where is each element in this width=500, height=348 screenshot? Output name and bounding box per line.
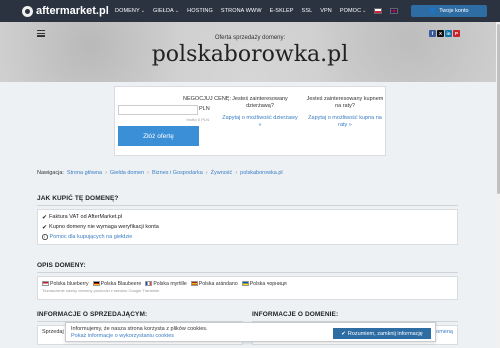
chevron-down-icon: ⌄ [174,8,180,14]
chevron-down-icon: ⌄ [362,8,367,14]
translation-es: Polska arándano [190,281,238,287]
domain-banner: f X in P Oferta sprzedaży domeny: polska… [0,22,500,82]
breadcrumb-home[interactable]: Strona główna [67,170,102,176]
description-title: OPIS DOMENY: [37,262,86,269]
cookie-info-link[interactable]: Pokaż informacje o wykorzystaniu cookies [71,333,208,340]
offer-box: NEGOCJUJ CENĘ: PLN brutto 0 PLN Złóż ofe… [114,86,386,156]
top-navbar: aftermarket.pl DOMENY ⌄ GIEŁDA ⌄ HOSTING S… [0,0,500,22]
translation-uk: Polska чорниця [241,281,287,287]
cookie-notice: Informujemy, że nasza strona korzysta z … [65,322,436,342]
cookie-text: Informujemy, że nasza strona korzysta z … [71,326,208,340]
nav-ssl[interactable]: SSL [302,8,313,14]
breadcrumb-label: Nawigacja: [37,170,64,176]
translation-fr: Polska myrtille [145,281,187,287]
nav-e-sklep[interactable]: E-SKLEP [270,8,294,14]
flag-pl-icon[interactable] [374,8,383,14]
chevron-right-icon: › [105,170,107,176]
breadcrumb-domain[interactable]: polskaborowka.pl [240,170,283,176]
chevron-right-icon: › [147,170,150,176]
page-scrollbar[interactable] [496,22,500,348]
installment-link[interactable]: Zapytaj o możliwość kupna na raty » [305,115,385,129]
breadcrumb-food[interactable]: Żywność [211,170,233,176]
flag-us-icon [42,281,49,286]
currency-label: PLN [199,106,210,112]
domain-info-link[interactable]: domeną [433,329,453,335]
scrollbar-thumb[interactable] [496,24,500,194]
flag-fr-icon [145,281,153,286]
nav-strona-www[interactable]: STRONA WWW [221,8,262,14]
account-button[interactable]: 👤 Twoje konto [411,5,487,17]
nav-pomoc[interactable]: POMOC ⌄ [340,8,367,14]
offer-label: Oferta sprzedaży domeny: [214,35,286,41]
breadcrumb-exchange[interactable]: Giełda domen [110,170,144,176]
flag-en-icon[interactable] [390,8,399,14]
nav-vpn[interactable]: VPN [320,8,332,14]
breadcrumb-business[interactable]: Biznes i Gospodarka [152,170,203,176]
check-icon: ✔ [42,224,48,231]
flag-de-icon [92,281,100,286]
translation-de: Polska Blaubeere [92,281,141,287]
flag-es-icon [190,281,198,286]
lease-link[interactable]: Zapytaj o możliwość dzierżawy » [220,115,300,129]
domain-info-title: INFORMACJE O DOMENIE: [252,311,339,318]
logo[interactable]: aftermarket.pl [22,4,109,18]
list-item: ✔ Faktura VAT od AfterMarket.pl [42,214,123,221]
lease-question: Jesteś zainteresowany dzierżawą? [232,96,288,109]
installment-block: Jesteś zainteresowany kupnem na raty? Za… [305,96,385,129]
submit-offer-button[interactable]: Złóż ofertę [118,126,199,146]
logo-text: aftermarket.pl [36,5,109,17]
how-to-buy-card: ✔ Faktura VAT od AfterMarket.pl ✔ Kupno do… [37,209,458,245]
price-label: NEGOCJUJ CENĘ: [183,96,231,102]
check-icon: ✔ [341,330,346,337]
help-link[interactable]: i Pomoc dla kupujących na giełdzie [38,232,457,242]
lease-block: Jesteś zainteresowany dzierżawą? Zapytaj… [220,96,300,129]
how-to-buy-section: JAK KUPIĆ TĘ DOMENĘ? ✔ Faktura VAT od Aft… [37,195,458,245]
price-hint: brutto 0 PLN [186,117,209,122]
user-icon: 👤 [429,8,437,14]
page-title: polskaborowka.pl [151,42,349,67]
seller-text: Sprzedaj [42,329,64,335]
check-icon: ✔ [42,214,48,221]
nav-domeny[interactable]: DOMENY ⌄ [115,8,145,14]
translation-en: Polska blueberry [42,281,89,287]
price-input[interactable] [118,105,198,115]
flag-ua-icon [241,281,249,286]
description-section: OPIS DOMENY: Polska blueberry Polska Bla… [37,262,458,300]
chevron-right-icon: › [235,170,238,176]
main-nav: DOMENY ⌄ GIEŁDA ⌄ HOSTING STRONA WWW E-SKL… [115,0,399,22]
accept-cookies-button[interactable]: ✔ Rozumiem, zamknij informację [333,328,431,339]
installment-question: Jesteś zainteresowany kupnem na raty? [306,96,384,109]
translation-note: Tłumaczenie nazwy domeny pochodzi z serw… [42,288,161,293]
nav-hosting[interactable]: HOSTING [187,8,213,14]
chevron-right-icon: › [205,170,208,176]
info-icon: i [42,234,48,240]
nav-gielda[interactable]: GIEŁDA ⌄ [153,8,179,14]
seller-title: INFORMACJE O SPRZEDAJĄCYM: [37,311,148,318]
logo-mark-icon [22,5,33,17]
how-to-buy-title: JAK KUPIĆ TĘ DOMENĘ? [37,195,119,202]
breadcrumb: Nawigacja: Strona główna › Giełda domen … [37,170,283,176]
list-item: ✔ Kupno domeny nie wymaga weryfikacji kon… [42,224,159,231]
description-card: Polska blueberry Polska Blaubeere Polska… [37,276,458,300]
chevron-down-icon: ⌄ [140,8,146,14]
